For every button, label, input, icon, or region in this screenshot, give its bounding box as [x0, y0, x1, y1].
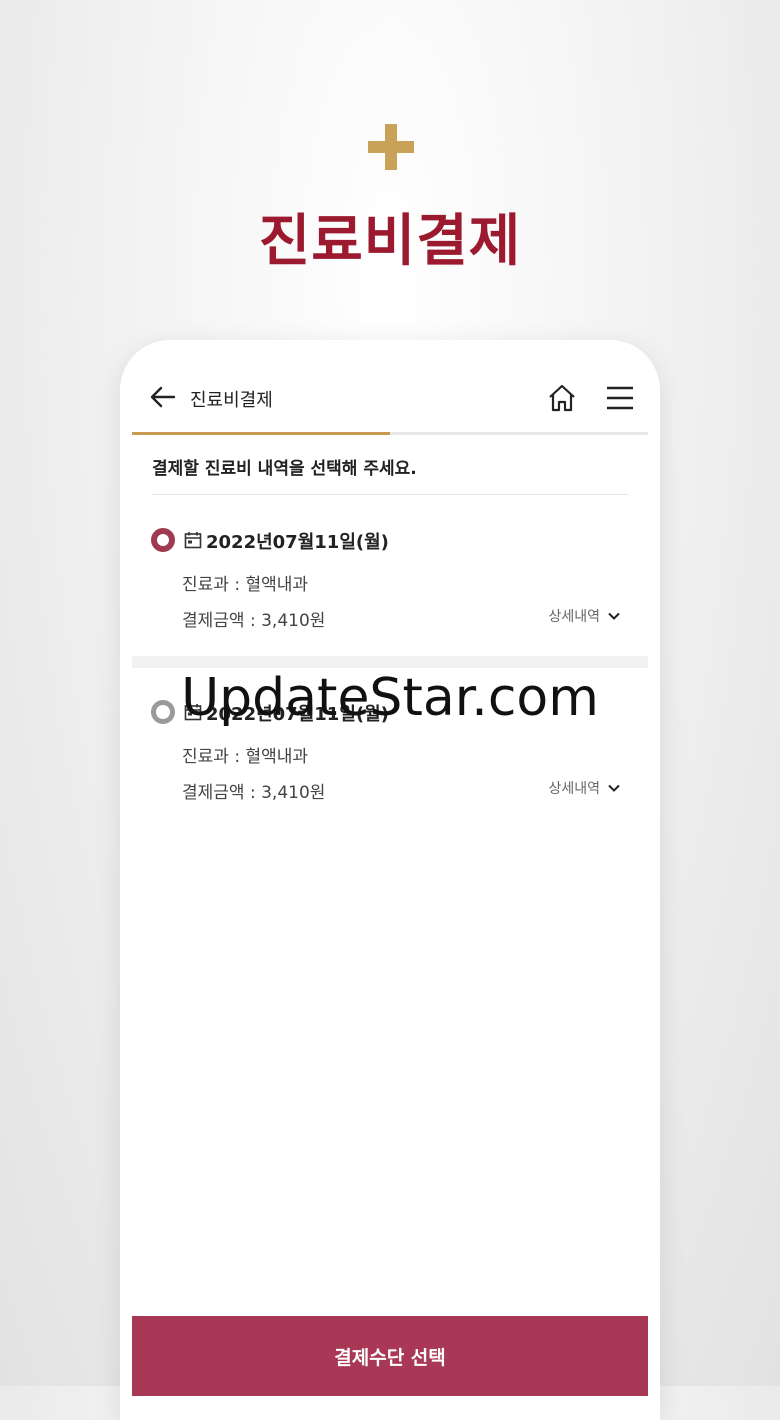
- record-date: 2022년07월11일(월): [206, 532, 389, 553]
- watermark: UpdateStar.com: [181, 668, 599, 728]
- instruction-text: 결제할 진료비 내역을 선택해 주세요.: [152, 459, 417, 479]
- detail-toggle[interactable]: 상세내역: [548, 778, 622, 798]
- detail-toggle[interactable]: 상세내역: [548, 606, 622, 626]
- screen-title: 진료비결제: [190, 390, 273, 411]
- menu-icon[interactable]: [605, 384, 635, 412]
- detail-label: 상세내역: [548, 609, 600, 625]
- section-separator: [132, 656, 648, 668]
- chevron-down-icon: [608, 784, 620, 792]
- progress-fill: [132, 432, 390, 435]
- select-payment-button[interactable]: 결제수단 선택: [132, 1316, 648, 1396]
- promo-title: 진료비결제: [258, 209, 522, 274]
- home-icon[interactable]: [546, 382, 578, 414]
- record-department: 진료과 : 혈액내과: [182, 747, 309, 767]
- detail-label: 상세내역: [548, 781, 600, 797]
- plus-icon: [368, 124, 414, 170]
- phone-screen: 진료비결제 결제할 진료비 내역을 선택해 주세요. 2022년07월11일(월…: [120, 340, 660, 1420]
- progress-bar: [132, 432, 648, 435]
- top-bar: 진료비결제: [132, 340, 648, 436]
- back-arrow-icon[interactable]: [148, 382, 178, 412]
- radio-selected[interactable]: [151, 528, 175, 552]
- record-department: 진료과 : 혈액내과: [182, 575, 309, 595]
- chevron-down-icon: [608, 612, 620, 620]
- divider: [152, 494, 628, 495]
- calendar-icon: [184, 532, 202, 549]
- list-item[interactable]: 2022년07월11일(월) 진료과 : 혈액내과 결제금액 : 3,410원 …: [132, 504, 648, 654]
- record-amount: 결제금액 : 3,410원: [182, 783, 326, 803]
- record-amount: 결제금액 : 3,410원: [182, 611, 326, 631]
